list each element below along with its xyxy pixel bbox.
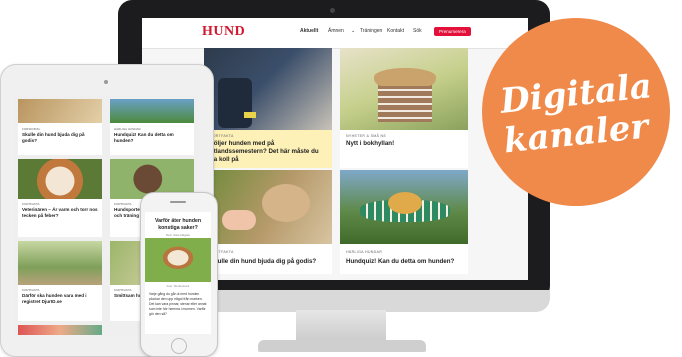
article-image (340, 48, 468, 130)
article-headline: Skulle din hund bjuda dig på godis? (22, 132, 85, 143)
site-logo[interactable]: HUND (202, 24, 245, 40)
tull-badge (244, 112, 256, 118)
article-tag: KORTFAKTA (114, 202, 132, 206)
article-headline: Veterinären – Är varm och torr nos tecke… (22, 207, 98, 218)
chevron-down-icon: ⌄ (351, 28, 356, 34)
police-figure (218, 78, 252, 128)
article-image (110, 99, 194, 123)
article-card[interactable]: KORTFAKTA Följer hunden med på utlandsse… (204, 48, 332, 168)
tablet-camera (104, 80, 108, 84)
straw-hat (374, 68, 436, 86)
article-card[interactable]: KORTFAKTA Veterinären – Är varm och torr… (18, 159, 102, 237)
article-tag: NYHETER & SMÅ NE (346, 134, 387, 138)
article-headline: Skulle din hund bjuda dig på godis? (210, 258, 317, 265)
dog-head (262, 184, 310, 222)
article-card[interactable]: KORTFAKTA Därför ska hunden vara med i r… (18, 241, 102, 321)
article-image (340, 170, 468, 244)
book-stack (378, 84, 432, 122)
article-headline: Följer hunden med på utlandssemestern? D… (210, 140, 319, 163)
image-caption: Foto: Shutterstock (166, 284, 190, 288)
article-tag: FORSKNING (22, 127, 40, 131)
article-image (204, 170, 332, 244)
article-image (18, 99, 102, 123)
article-card[interactable]: FORSKNING Skulle din hund bjuda dig på g… (18, 99, 102, 155)
article-tag: KORTFAKTA (114, 288, 132, 292)
site-header: HUND Aktuellt Ämnen ⌄ Träningen Kontakt … (142, 18, 528, 48)
article-title: Varför äter hunden konstiga saker? (154, 218, 202, 231)
article-image (204, 48, 332, 130)
article-image (18, 241, 102, 285)
article-body: Varje gång du går ut med hunden plockar … (149, 292, 207, 316)
home-button[interactable] (171, 338, 187, 354)
puppy (388, 192, 422, 214)
nav-traningen[interactable]: Träningen (360, 28, 382, 34)
monitor-stand-base (258, 340, 426, 352)
subscribe-button[interactable]: Prenumerera (434, 27, 471, 36)
article-headline: Hundquiz! Kan du detta om hunden? (114, 132, 174, 143)
article-image (145, 238, 211, 282)
header-divider (142, 48, 528, 49)
article-headline: Nytt i bokhyllan! (346, 140, 395, 147)
article-card[interactable]: HÄRLIGA HUNDAR Hundquiz! Kan du detta om… (340, 170, 468, 274)
nav-amnen[interactable]: Ämnen (328, 28, 344, 34)
nav-sok[interactable]: Sök (413, 28, 422, 34)
article-card[interactable]: NYHETER & SMÅ NE Nytt i bokhyllan! (340, 48, 468, 168)
article-byline: Text: Cia Lindgren (165, 233, 191, 237)
article-tag: KORTFAKTA (22, 202, 40, 206)
phone-screen: Varför äter hunden konstiga saker? Text:… (145, 212, 211, 334)
article-image (18, 159, 102, 199)
article-image (18, 325, 102, 335)
article-headline: Hundquiz! Kan du detta om hunden? (346, 258, 455, 265)
hand (222, 210, 256, 230)
nav-kontakt[interactable]: Kontakt (387, 28, 404, 34)
article-headline: Därför ska hunden vara med i registret D… (22, 293, 87, 304)
article-card[interactable]: HÄRLIGA HUNDAR Hundquiz! Kan du detta om… (110, 99, 194, 155)
phone-speaker (170, 201, 186, 203)
article-card[interactable]: KORTFAKTA Skulle din hund bjuda dig på g… (204, 170, 332, 274)
camera-dot (330, 8, 335, 13)
article-tag: HÄRLIGA HUNDAR (346, 250, 383, 254)
article-tag: KORTFAKTA (22, 288, 40, 292)
nav-aktuellt[interactable]: Aktuellt (300, 28, 318, 34)
article-tag: HÄRLIGA HUNDAR (114, 127, 141, 131)
